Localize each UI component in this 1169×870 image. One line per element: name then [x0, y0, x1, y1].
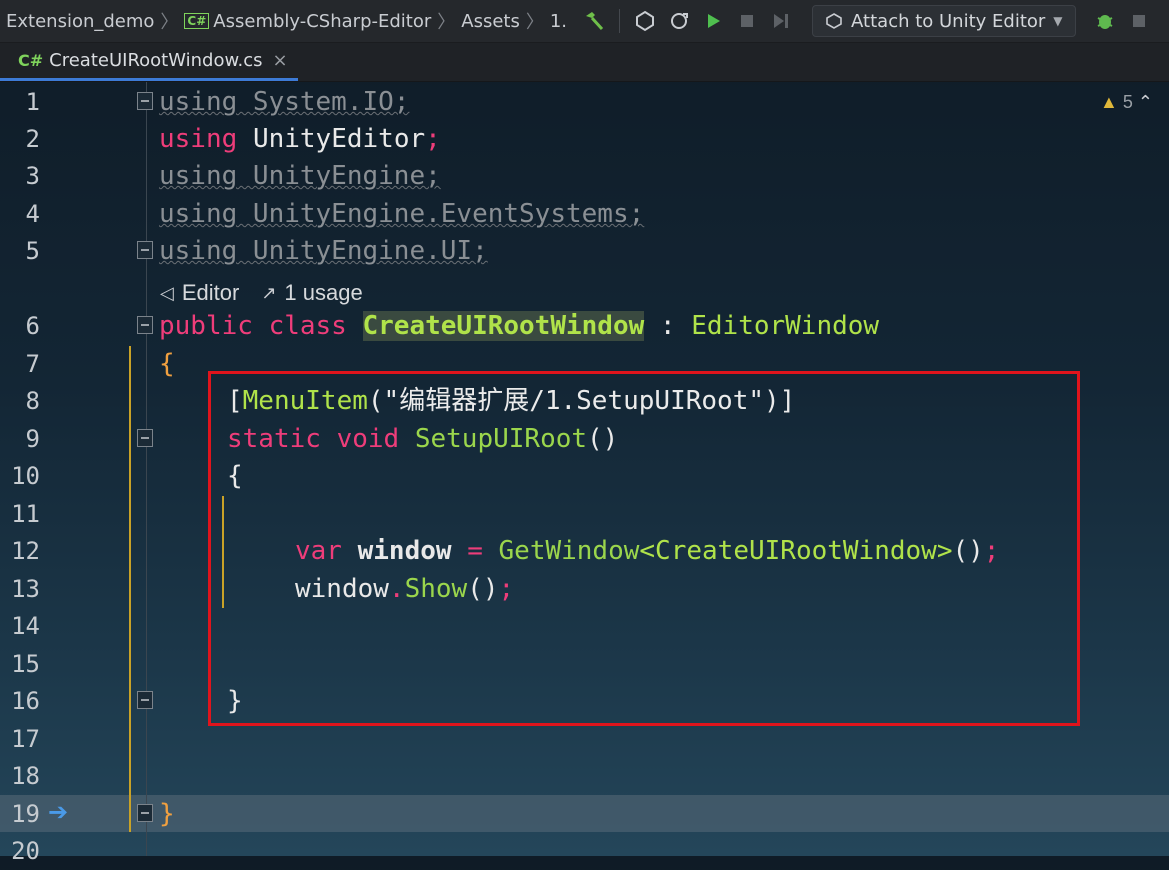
- close-icon[interactable]: ×: [273, 50, 288, 71]
- editor-hint-label[interactable]: Editor: [182, 280, 239, 306]
- line-number: 13: [11, 575, 40, 603]
- unity-refresh-icon[interactable]: [662, 6, 696, 36]
- line-number: 10: [11, 462, 40, 490]
- attach-unity-dropdown[interactable]: Attach to Unity Editor ▼: [812, 5, 1076, 37]
- debug-step-arrow-icon[interactable]: ➔: [48, 798, 68, 826]
- stop-debug-icon[interactable]: [1122, 6, 1156, 36]
- code-line[interactable]: 19 }: [0, 796, 1169, 833]
- line-number: 19: [11, 800, 40, 828]
- navigation-bar: Extension_demo 〉 C# Assembly-CSharp-Edit…: [0, 0, 1169, 43]
- code-line[interactable]: 2 using UnityEditor;: [0, 121, 1169, 158]
- breadcrumb-separator: 〉: [437, 12, 456, 33]
- code-line[interactable]: 5 using UnityEngine.UI;: [0, 233, 1169, 270]
- line-number: 15: [11, 650, 40, 678]
- unity-icon: ◁: [160, 282, 174, 303]
- line-number: 4: [25, 200, 40, 228]
- line-number: 6: [25, 312, 40, 340]
- fold-end-icon[interactable]: [137, 804, 153, 822]
- fold-icon[interactable]: [137, 429, 153, 447]
- unity-icon: [826, 13, 842, 29]
- breadcrumb-separator: 〉: [525, 12, 544, 33]
- unity-icon[interactable]: [628, 6, 662, 36]
- usage-hint-label[interactable]: 1 usage: [284, 280, 362, 306]
- code-line[interactable]: 18: [0, 758, 1169, 795]
- line-number: 5: [25, 237, 40, 265]
- debug-bug-icon[interactable]: [1088, 6, 1122, 36]
- build-hammer-icon[interactable]: [577, 6, 611, 36]
- line-number: 1: [25, 88, 40, 116]
- line-number: 12: [11, 537, 40, 565]
- line-number: 16: [11, 687, 40, 715]
- line-number: 8: [25, 387, 40, 415]
- csharp-file-icon: C#: [18, 51, 44, 70]
- code-line[interactable]: 3 using UnityEngine;: [0, 158, 1169, 195]
- toolbar-divider: [619, 9, 621, 33]
- line-number: 17: [11, 725, 40, 753]
- editor-tab-bar: C# CreateUIRootWindow.cs ×: [0, 43, 1169, 82]
- breadcrumb-folder[interactable]: Assets: [461, 11, 520, 32]
- tab-createuirootwindow[interactable]: C# CreateUIRootWindow.cs ×: [0, 43, 298, 81]
- csharp-project-icon: C#: [184, 13, 210, 29]
- code-line[interactable]: 20: [0, 833, 1169, 870]
- line-number: 2: [25, 125, 40, 153]
- fold-icon[interactable]: [137, 691, 153, 709]
- code-line[interactable]: 6 public class CreateUIRootWindow : Edit…: [0, 308, 1169, 345]
- line-number: 14: [11, 612, 40, 640]
- code-editor[interactable]: ▲ 5 ⌃ 1 using System.IO; 2 using UnityEd…: [0, 82, 1169, 865]
- step-icon[interactable]: [764, 6, 798, 36]
- fold-icon[interactable]: [137, 241, 153, 259]
- chevron-down-icon: ▼: [1053, 14, 1063, 28]
- highlight-annotation-box: [208, 371, 1080, 726]
- line-number: 18: [11, 762, 40, 790]
- breadcrumb-separator: 〉: [160, 12, 179, 33]
- breadcrumb-solution[interactable]: Extension_demo: [6, 11, 154, 32]
- line-number: 9: [25, 425, 40, 453]
- breadcrumb-project[interactable]: C# Assembly-CSharp-Editor: [184, 11, 431, 32]
- scope-guide: [129, 346, 131, 832]
- code-line[interactable]: 4 using UnityEngine.EventSystems;: [0, 196, 1169, 233]
- line-number: 20: [11, 837, 40, 865]
- run-icon[interactable]: [696, 6, 730, 36]
- code-line[interactable]: 17: [0, 721, 1169, 758]
- fold-icon[interactable]: [137, 316, 153, 334]
- code-vision-hint: ◁ Editor ↗ 1 usage: [160, 278, 363, 308]
- code-line[interactable]: 1 using System.IO;: [0, 84, 1169, 121]
- stop-icon[interactable]: [730, 6, 764, 36]
- breadcrumb-file[interactable]: 1.: [550, 11, 567, 32]
- line-number: 3: [25, 162, 40, 190]
- line-number: 11: [11, 500, 40, 528]
- usage-link-icon: ↗: [261, 282, 277, 303]
- line-number: 7: [25, 350, 40, 378]
- fold-icon[interactable]: [137, 92, 153, 110]
- class-name-highlight: CreateUIRootWindow: [362, 311, 645, 341]
